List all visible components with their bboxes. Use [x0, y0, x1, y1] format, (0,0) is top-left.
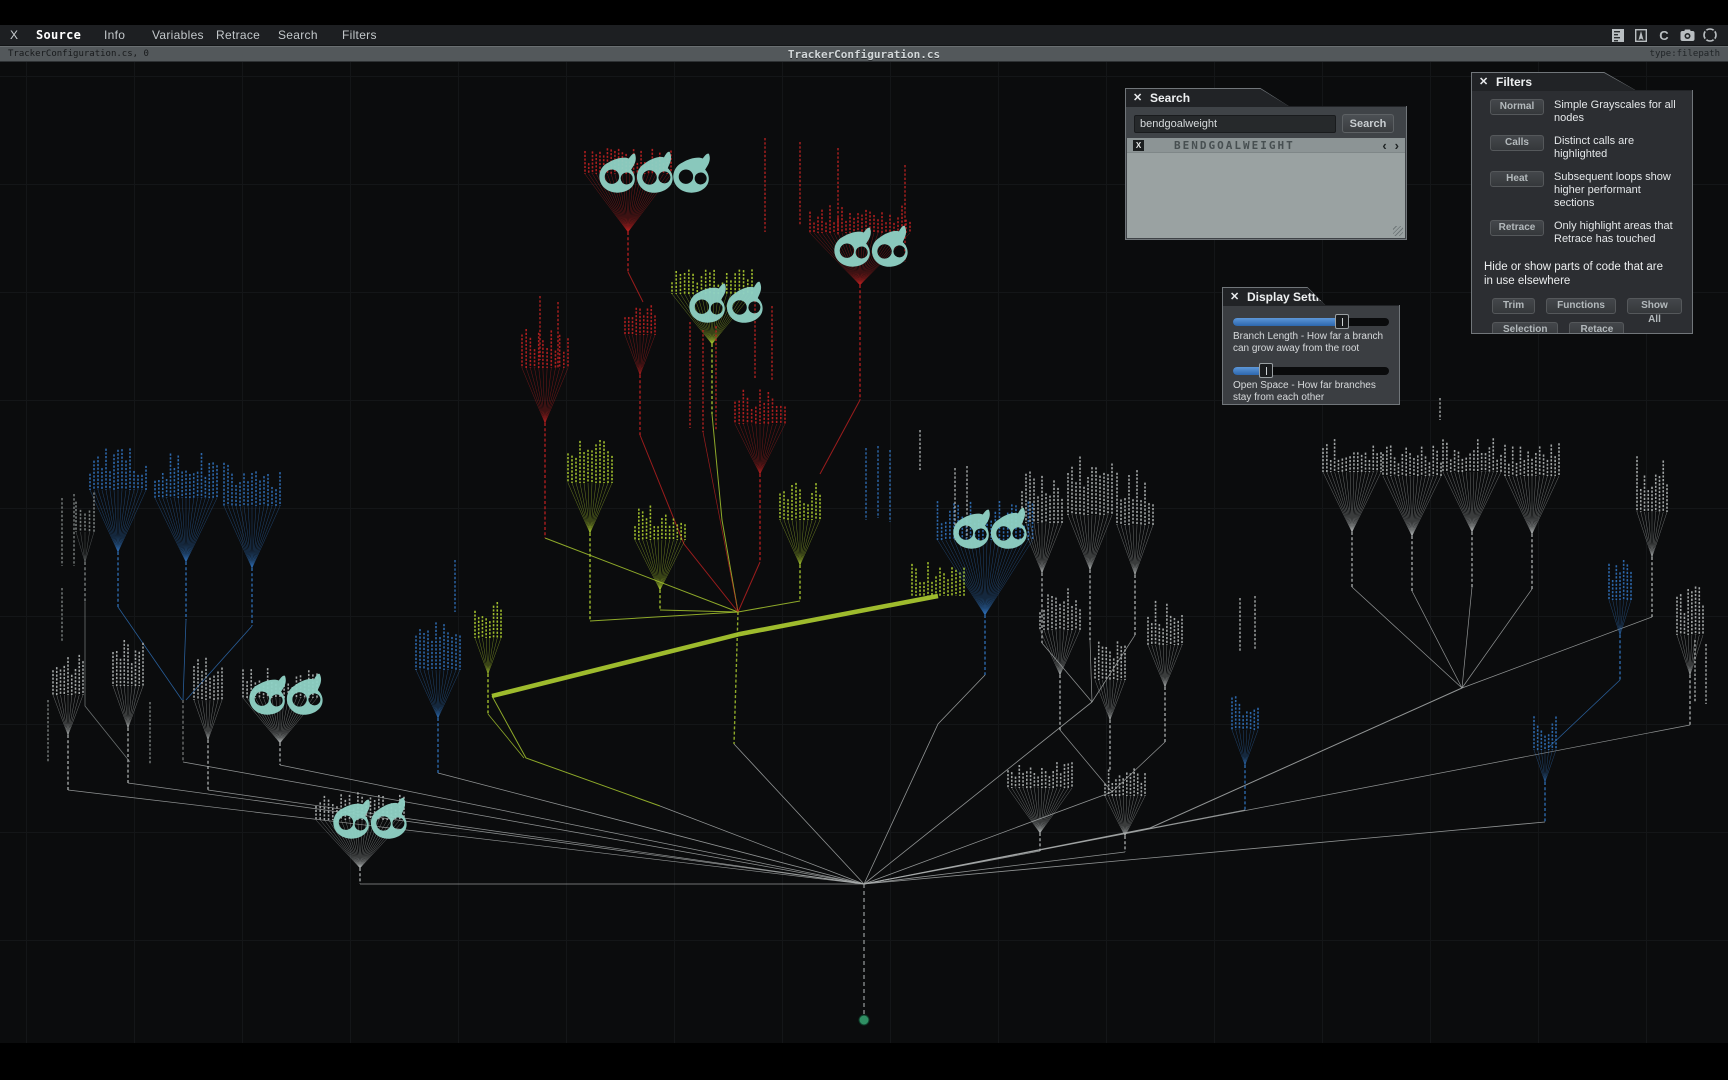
loop-marker-icon[interactable]: [672, 152, 710, 194]
resize-grip[interactable]: [1393, 226, 1403, 236]
loop-marker-icon[interactable]: [688, 282, 726, 324]
filter-mode-heat[interactable]: Heat: [1490, 171, 1544, 187]
search-results-list: X BENDGOALWEIGHT ‹ ›: [1127, 138, 1405, 238]
filter-mode-heat-desc: Subsequent loops show higher performant …: [1554, 171, 1671, 209]
prev-match-icon[interactable]: ‹: [1382, 139, 1386, 152]
branch-length-label: Branch Length - How far a branch can gro…: [1233, 331, 1384, 354]
filter-mode-retrace[interactable]: Retrace: [1490, 220, 1544, 236]
functions-button[interactable]: Functions: [1546, 298, 1616, 314]
filter-mode-calls[interactable]: Calls: [1490, 135, 1544, 151]
branch-length-slider[interactable]: [1233, 314, 1389, 329]
show-all-button[interactable]: Show All: [1626, 298, 1682, 325]
search-result-label: BENDGOALWEIGHT: [1174, 138, 1295, 152]
remove-result-button[interactable]: X: [1133, 139, 1144, 151]
filters-panel: ✕ Filters Normal Simple Grayscales for a…: [1471, 72, 1693, 334]
app-window: X Source Info Variables Retrace Search F…: [0, 0, 1728, 1080]
loop-marker-icon[interactable]: [598, 152, 636, 194]
search-result-row[interactable]: X BENDGOALWEIGHT ‹ ›: [1127, 138, 1405, 153]
filter-mode-normal-desc: Simple Grayscales for all nodes: [1554, 99, 1676, 124]
filters-panel-title: Filters: [1496, 75, 1533, 89]
search-panel: ✕ Search Search X BENDGOALWEIGHT ‹ ›: [1125, 88, 1407, 240]
search-input[interactable]: [1134, 114, 1336, 133]
close-icon[interactable]: ✕: [1479, 73, 1488, 91]
filter-mode-calls-desc: Distinct calls are highlighted: [1554, 135, 1635, 160]
next-match-icon[interactable]: ›: [1395, 139, 1399, 152]
loop-marker-icon[interactable]: [332, 798, 370, 840]
loop-marker-icon[interactable]: [285, 673, 323, 716]
close-icon[interactable]: ✕: [1230, 288, 1239, 306]
loop-marker-icon[interactable]: [870, 225, 908, 268]
open-space-slider[interactable]: [1233, 363, 1389, 378]
search-button[interactable]: Search: [1342, 114, 1394, 133]
close-icon[interactable]: ✕: [1133, 89, 1142, 107]
loop-marker-icon[interactable]: [833, 226, 871, 268]
open-space-label: Open Space - How far branches stay from …: [1233, 380, 1376, 403]
branch-length-slider-handle[interactable]: [1335, 314, 1350, 329]
filters-section-text: Hide or show parts of code that are in u…: [1484, 261, 1663, 287]
open-space-slider-handle[interactable]: [1258, 363, 1273, 378]
code-tree-visualization[interactable]: [0, 0, 1728, 1080]
filter-mode-retrace-desc: Only highlight areas that Retrace has to…: [1554, 220, 1673, 245]
trim-button[interactable]: Trim: [1492, 298, 1536, 314]
filter-mode-normal[interactable]: Normal: [1490, 99, 1544, 115]
search-panel-title: Search: [1150, 91, 1191, 105]
